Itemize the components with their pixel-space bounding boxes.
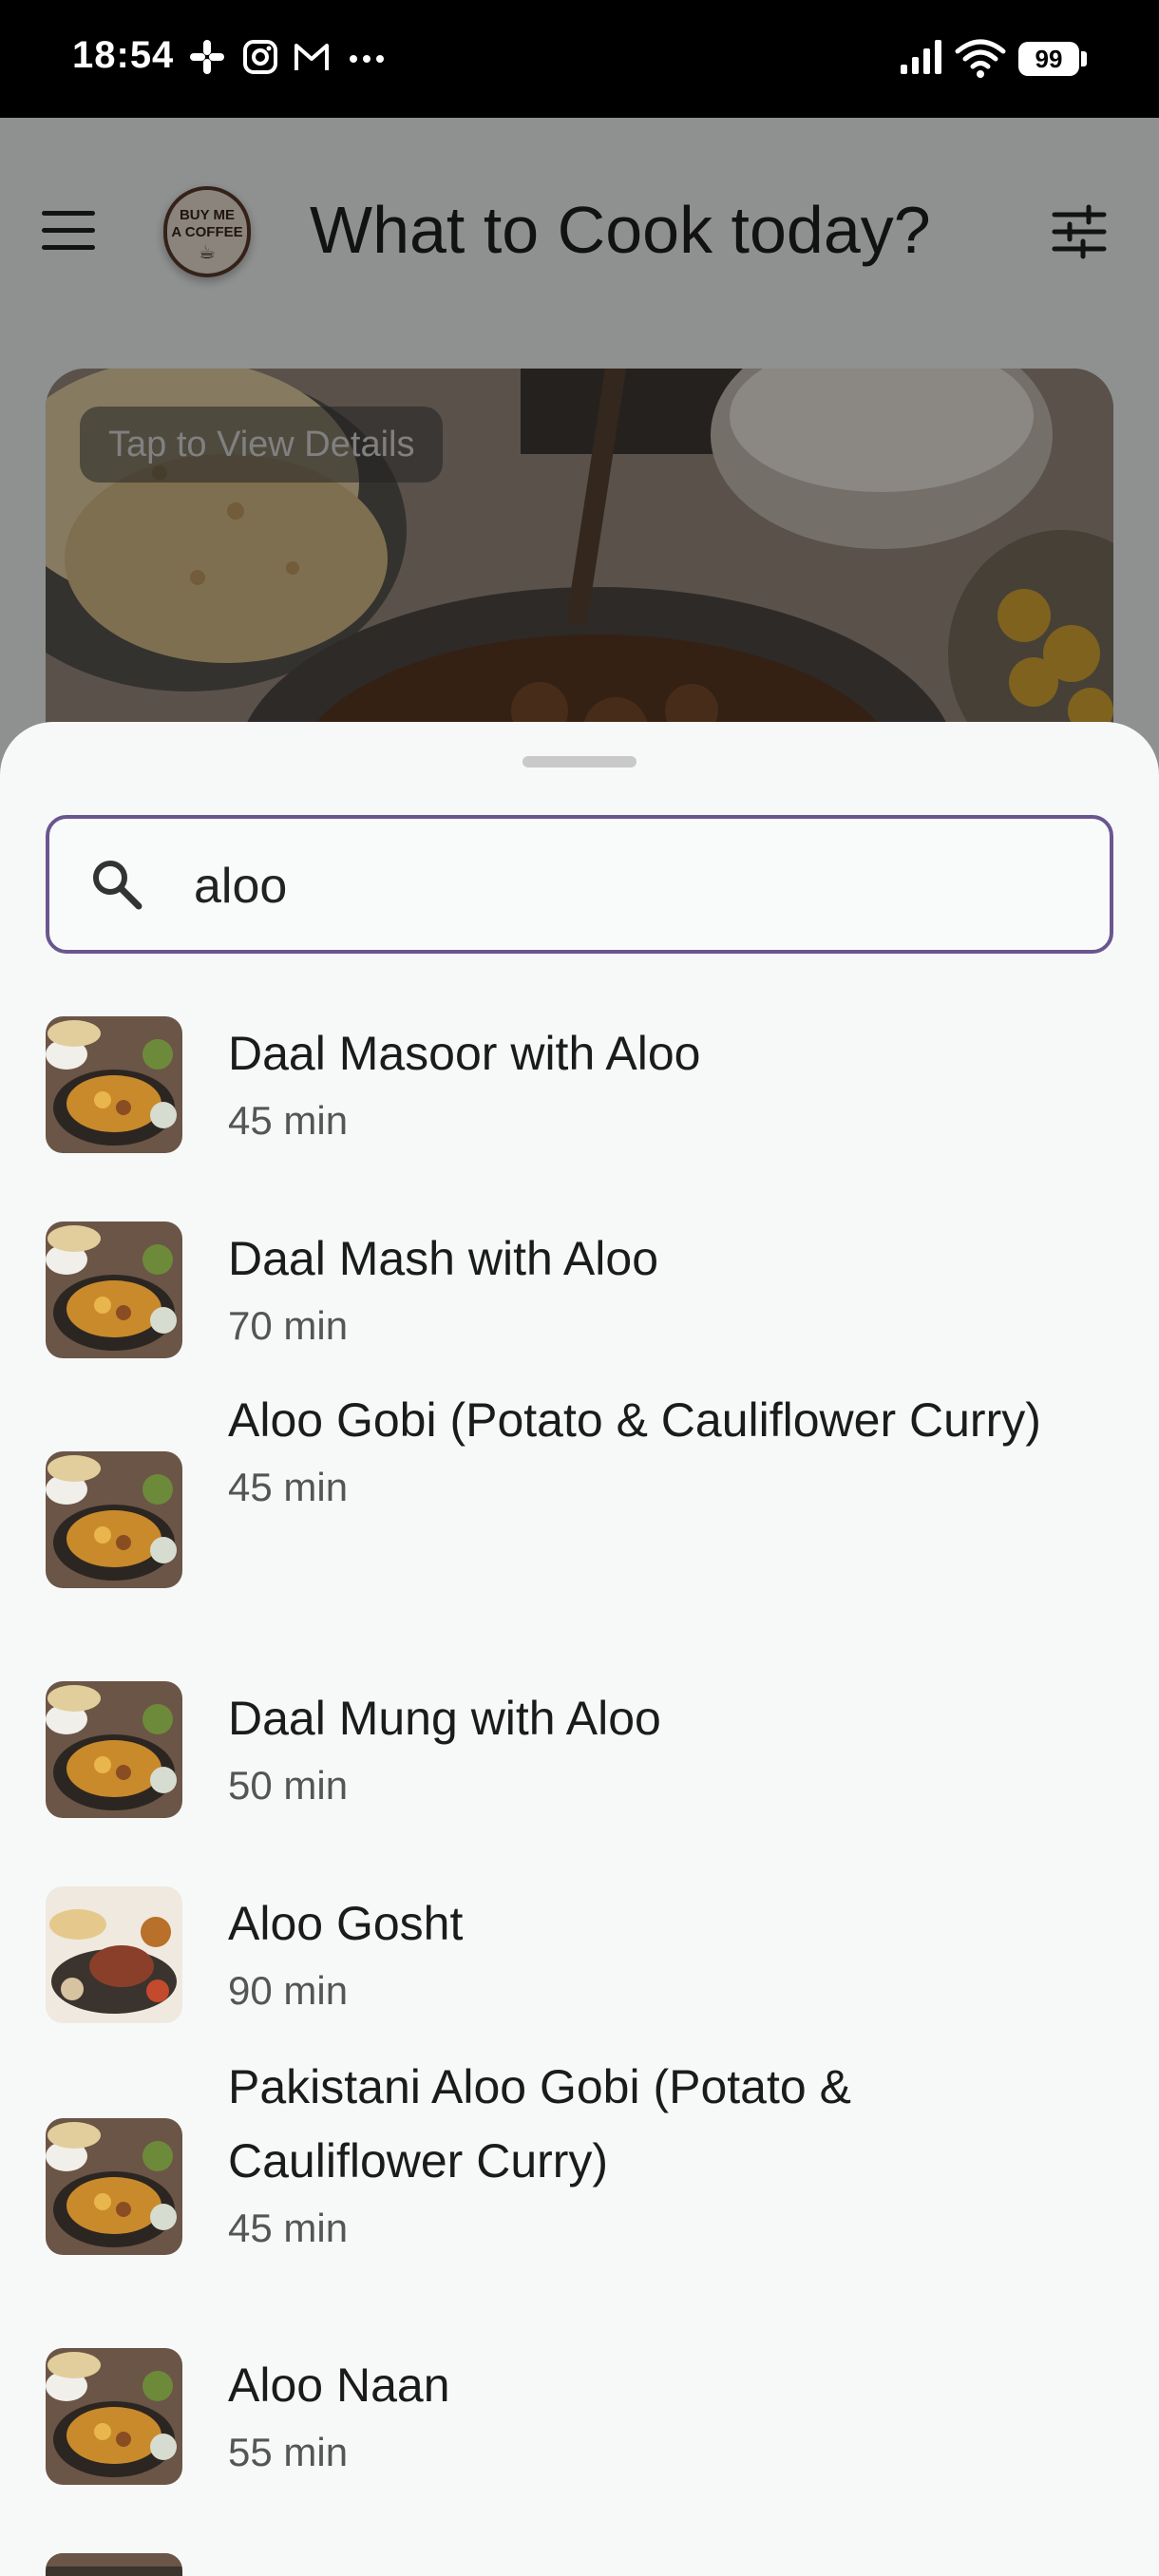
recipe-title: Daal Mung with Aloo (228, 1692, 661, 1745)
list-item[interactable]: Aloo Gobi (Potato & Cauliflower Curry) 4… (0, 1393, 1159, 1681)
list-item[interactable]: Daal Masoor with Aloo 45 min (0, 1016, 1159, 1222)
recipe-duration: 45 min (228, 1465, 349, 1509)
status-bar: 18:54 99 (0, 0, 1159, 118)
recipe-title: Pakistani Aloo Gobi (Potato & Cauliflowe… (228, 2060, 851, 2188)
recipe-thumbnail (46, 2348, 182, 2485)
more-icon (350, 55, 384, 63)
recipe-thumbnail (46, 2118, 182, 2255)
recipe-title: Aloo Naan (228, 2358, 450, 2412)
search-bottom-sheet: Daal Masoor with Aloo 45 min Daal Mash w… (0, 722, 1159, 2576)
drag-handle[interactable] (522, 756, 636, 767)
recipe-title: Daal Masoor with Aloo (228, 1027, 701, 1080)
recipe-title: Aloo Gobi (Potato & Cauliflower Curry) (228, 1393, 1041, 1447)
list-item[interactable] (0, 2553, 1159, 2576)
search-input[interactable] (192, 847, 1051, 925)
recipe-title: Aloo Gosht (228, 1897, 464, 1950)
recipe-duration: 55 min (228, 2430, 349, 2474)
battery-tip (1081, 51, 1087, 66)
list-item[interactable]: Pakistani Aloo Gobi (Potato & Cauliflowe… (0, 2060, 1159, 2348)
recipe-duration: 45 min (228, 1098, 349, 1143)
recipe-thumbnail (46, 2553, 182, 2576)
recipe-duration: 90 min (228, 1968, 349, 2013)
signal-icon (901, 40, 941, 74)
wifi-icon (955, 39, 1006, 78)
recipe-duration: 45 min (228, 2206, 349, 2250)
recipe-duration: 70 min (228, 1303, 349, 1348)
recipe-thumbnail (46, 1681, 182, 1818)
list-item[interactable]: Aloo Naan 55 min (0, 2348, 1159, 2553)
recipe-thumbnail (46, 1016, 182, 1153)
search-field[interactable] (46, 815, 1113, 954)
recipe-title: Daal Mash with Aloo (228, 1232, 659, 1285)
status-time: 18:54 (72, 34, 175, 76)
results-list: Daal Masoor with Aloo 45 min Daal Mash w… (0, 1016, 1159, 2576)
slack-icon (190, 40, 224, 74)
instagram-icon (243, 40, 277, 74)
recipe-thumbnail (46, 1451, 182, 1588)
recipe-thumbnail (46, 1886, 182, 2023)
recipe-thumbnail (46, 1222, 182, 1358)
list-item[interactable]: Daal Mung with Aloo 50 min (0, 1681, 1159, 1886)
search-icon (93, 861, 142, 910)
battery-icon: 99 (1018, 42, 1079, 76)
recipe-duration: 50 min (228, 1763, 349, 1808)
gmail-icon (294, 44, 329, 70)
